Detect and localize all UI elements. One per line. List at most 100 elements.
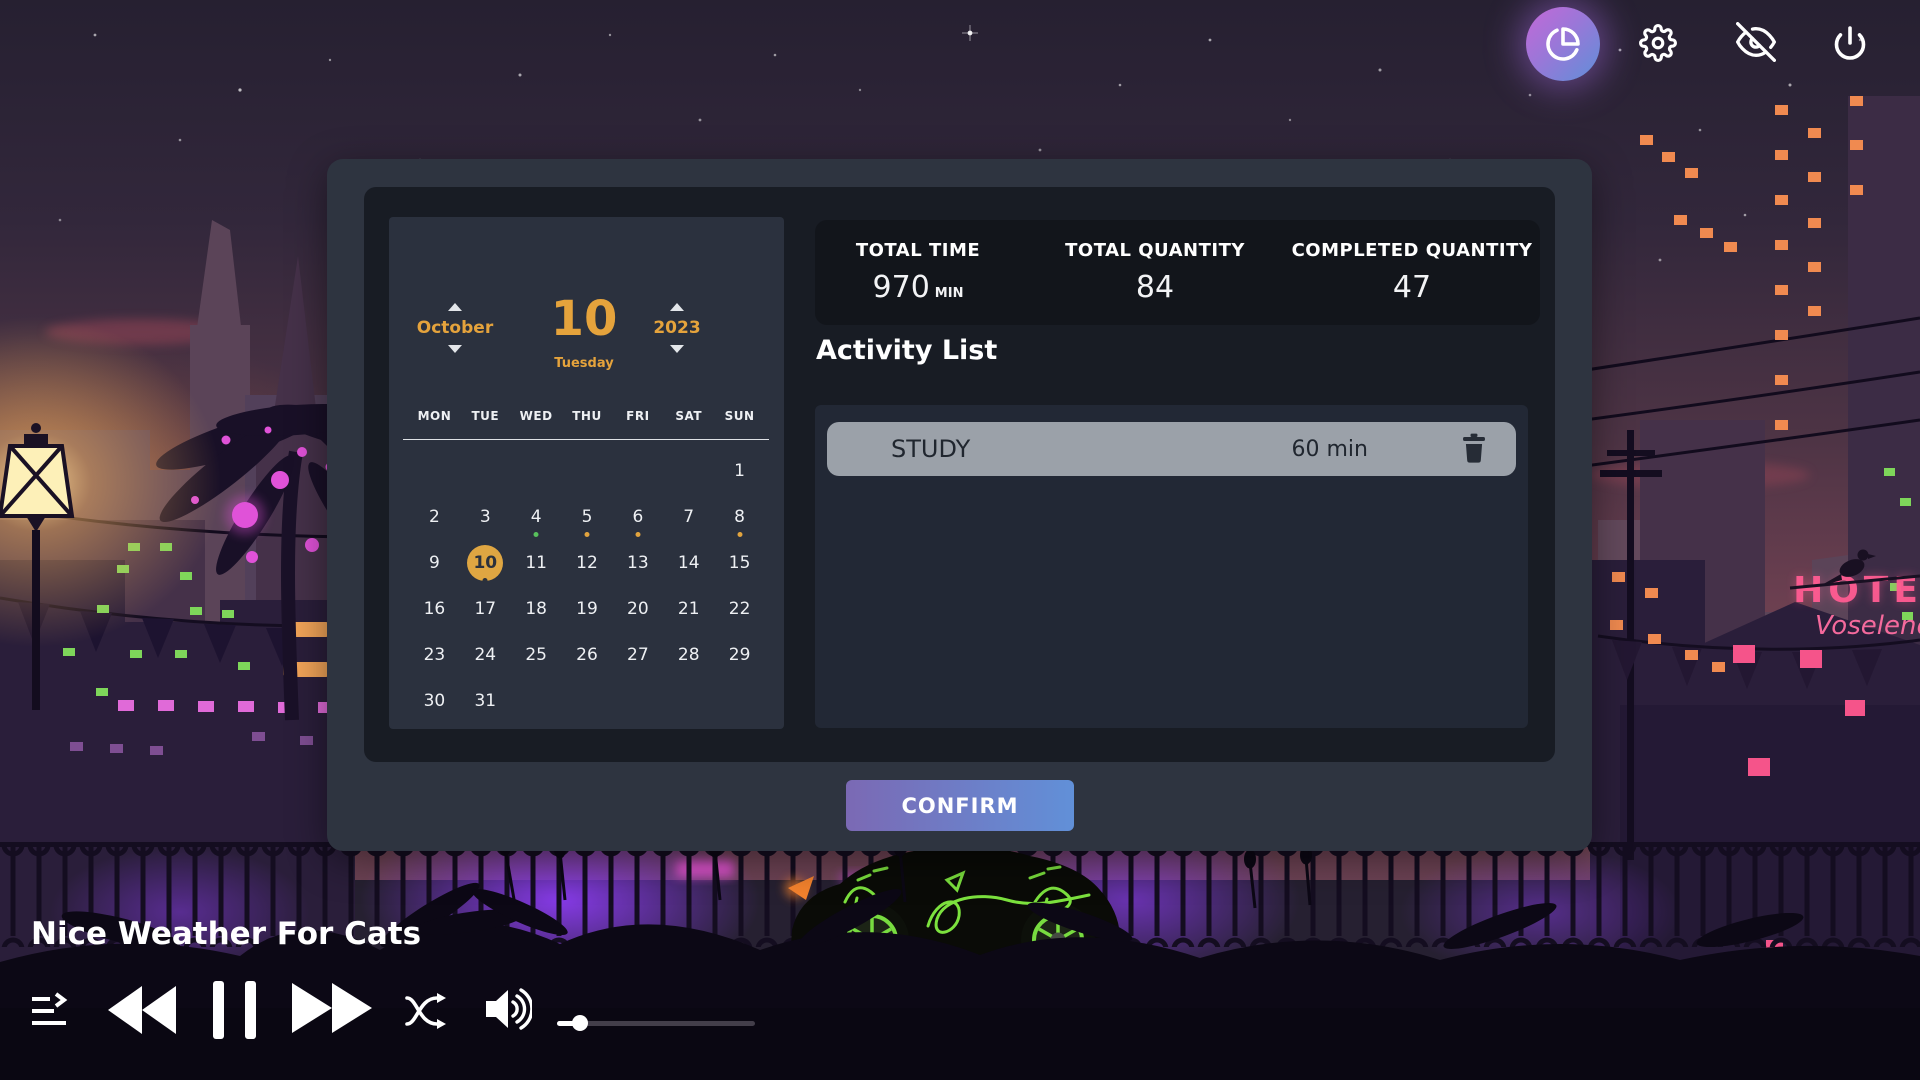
- calendar-empty-cell: [511, 448, 562, 494]
- calendar-day-28[interactable]: 28: [663, 632, 714, 678]
- fast-forward-button[interactable]: [292, 979, 372, 1037]
- stat-total-quantity: TOTAL QUANTITY 84: [1065, 220, 1245, 325]
- calendar-empty-cell: [714, 678, 765, 724]
- calendar-empty-cell: [460, 448, 511, 494]
- calendar-empty-cell: [409, 448, 460, 494]
- stat-value: 47: [1393, 270, 1431, 305]
- month-down-arrow[interactable]: [448, 345, 462, 353]
- power-icon: [1832, 25, 1868, 61]
- weekday-header: MON: [409, 409, 460, 423]
- calendar-day-12[interactable]: 12: [562, 540, 613, 586]
- calendar-empty-cell: [612, 678, 663, 724]
- stat-label: TOTAL QUANTITY: [1065, 240, 1245, 261]
- calendar-day-31[interactable]: 31: [460, 678, 511, 724]
- calendar-panel: October 10 Tuesday 2023 MONTUEWEDTHUFRIS…: [389, 217, 784, 729]
- calendar-day-27[interactable]: 27: [612, 632, 663, 678]
- calendar-day-25[interactable]: 25: [511, 632, 562, 678]
- calendar-day-14[interactable]: 14: [663, 540, 714, 586]
- calendar-day-9[interactable]: 9: [409, 540, 460, 586]
- day-number: 12: [576, 553, 598, 573]
- calendar-day-23[interactable]: 23: [409, 632, 460, 678]
- year-stepper: 2023: [617, 303, 737, 353]
- svg-text:Voselend: Voselend: [1815, 611, 1920, 641]
- day-number: 17: [474, 599, 496, 619]
- month-up-arrow[interactable]: [448, 303, 462, 311]
- calendar-day-18[interactable]: 18: [511, 586, 562, 632]
- volume-button[interactable]: [486, 987, 532, 1031]
- day-marker-dot: [534, 532, 539, 537]
- power-button[interactable]: [1828, 21, 1872, 65]
- calendar-empty-cell: [612, 448, 663, 494]
- calendar-day-10[interactable]: 10: [460, 540, 511, 586]
- day-number: 19: [576, 599, 598, 619]
- stats-panel: TOTAL TIME970MINTOTAL QUANTITY84COMPLETE…: [815, 220, 1540, 325]
- hide-interface-button[interactable]: [1733, 19, 1779, 65]
- day-number: 16: [424, 599, 446, 619]
- calendar-day-7[interactable]: 7: [663, 494, 714, 540]
- calendar-divider: [403, 439, 769, 440]
- day-number: 14: [678, 553, 700, 573]
- weekday-header: TUE: [460, 409, 511, 423]
- volume-slider[interactable]: [557, 1015, 755, 1031]
- calendar-day-19[interactable]: 19: [562, 586, 613, 632]
- weekday-header-row: MONTUEWEDTHUFRISATSUN: [409, 409, 765, 423]
- trash-icon: [1460, 433, 1488, 463]
- calendar-day-30[interactable]: 30: [409, 678, 460, 724]
- day-number: 3: [480, 507, 491, 527]
- calendar-day-11[interactable]: 11: [511, 540, 562, 586]
- volume-icon: [486, 987, 532, 1031]
- confirm-button[interactable]: CONFIRM: [846, 780, 1074, 831]
- day-number: 25: [525, 645, 547, 665]
- playlist-icon: [30, 992, 70, 1032]
- activity-list-title: Activity List: [816, 335, 997, 366]
- calendar-day-13[interactable]: 13: [612, 540, 663, 586]
- stat-value: 84: [1136, 270, 1174, 305]
- calendar-day-4[interactable]: 4: [511, 494, 562, 540]
- day-number: 15: [729, 553, 751, 573]
- weekday-header: FRI: [612, 409, 663, 423]
- playlist-button[interactable]: [30, 992, 70, 1032]
- day-number: 23: [424, 645, 446, 665]
- activity-list: STUDY60 min: [815, 405, 1528, 728]
- eye-off-icon: [1736, 22, 1776, 62]
- calendar-day-5[interactable]: 5: [562, 494, 613, 540]
- month-stepper: October: [395, 303, 515, 353]
- calendar-day-22[interactable]: 22: [714, 586, 765, 632]
- stat-completed-quantity: COMPLETED QUANTITY47: [1292, 220, 1533, 325]
- year-up-arrow[interactable]: [670, 303, 684, 311]
- delete-activity-button[interactable]: [1460, 433, 1490, 465]
- track-title: Nice Weather For Cats: [31, 916, 421, 952]
- day-number: 26: [576, 645, 598, 665]
- calendar-day-1[interactable]: 1: [714, 448, 765, 494]
- calendar-day-2[interactable]: 2: [409, 494, 460, 540]
- calendar-day-16[interactable]: 16: [409, 586, 460, 632]
- weekday-header: WED: [511, 409, 562, 423]
- pause-button[interactable]: [213, 981, 259, 1039]
- day-number: 9: [429, 553, 440, 573]
- calendar-day-17[interactable]: 17: [460, 586, 511, 632]
- calendar-day-26[interactable]: 26: [562, 632, 613, 678]
- year-down-arrow[interactable]: [670, 345, 684, 353]
- day-number: 2: [429, 507, 440, 527]
- stats-button[interactable]: [1526, 7, 1600, 81]
- day-number: 1: [734, 461, 745, 481]
- calendar-day-20[interactable]: 20: [612, 586, 663, 632]
- stat-value: 970MIN: [873, 270, 964, 305]
- rewind-button[interactable]: [108, 984, 176, 1036]
- rewind-icon: [108, 984, 176, 1036]
- day-marker-dot: [483, 578, 488, 583]
- volume-thumb[interactable]: [572, 1015, 588, 1031]
- pause-icon: [213, 981, 259, 1039]
- calendar-day-8[interactable]: 8: [714, 494, 765, 540]
- day-marker-dot: [635, 532, 640, 537]
- weekday-header: SUN: [714, 409, 765, 423]
- calendar-day-15[interactable]: 15: [714, 540, 765, 586]
- calendar-day-24[interactable]: 24: [460, 632, 511, 678]
- calendar-day-21[interactable]: 21: [663, 586, 714, 632]
- calendar-day-6[interactable]: 6: [612, 494, 663, 540]
- settings-button[interactable]: [1636, 21, 1680, 65]
- calendar-day-29[interactable]: 29: [714, 632, 765, 678]
- calendar-day-3[interactable]: 3: [460, 494, 511, 540]
- day-number: 18: [525, 599, 547, 619]
- shuffle-button[interactable]: [405, 992, 447, 1030]
